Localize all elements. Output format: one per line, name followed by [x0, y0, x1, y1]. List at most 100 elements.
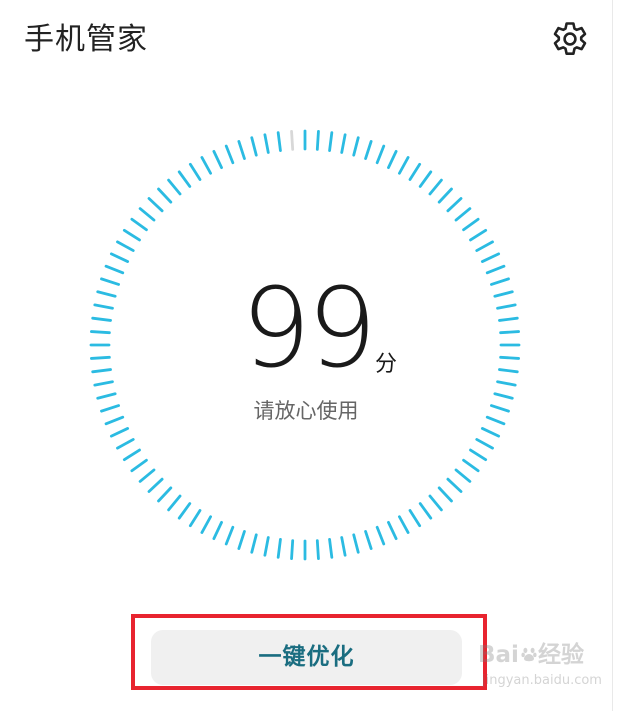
dial-tick	[263, 133, 270, 154]
dial-tick	[138, 468, 156, 483]
dial-tick	[328, 131, 334, 152]
app-title: 手机管家	[24, 22, 148, 57]
dial-tick	[237, 140, 246, 160]
dial-tick	[469, 448, 488, 462]
dial-tick	[290, 130, 295, 151]
dial-tick	[462, 217, 480, 232]
dial-tick	[387, 520, 398, 541]
dial-tick	[375, 525, 386, 546]
watermark-main: Bai 经验	[478, 640, 584, 670]
dial-tick	[446, 197, 463, 213]
dial-tick	[93, 303, 114, 310]
dial-tick	[340, 133, 347, 154]
dial-tick	[167, 178, 182, 196]
dial-tick	[499, 330, 520, 335]
dial-tick	[475, 240, 494, 252]
dial-tick	[122, 448, 141, 462]
dial-tick	[90, 330, 111, 335]
dial-tick	[200, 156, 212, 175]
dial-tick	[138, 207, 156, 222]
right-edge-divider	[612, 0, 613, 711]
dial-tick	[91, 368, 112, 374]
dial-tick	[364, 140, 373, 160]
dial-tick	[104, 415, 125, 426]
dial-tick	[485, 415, 506, 426]
dial-tick	[340, 536, 347, 557]
score-value: 99	[241, 264, 377, 392]
dial-tick	[428, 178, 443, 196]
watermark-url: jingyan.baidu.com	[482, 673, 602, 688]
dial-tick	[90, 355, 111, 360]
dial-tick	[475, 438, 494, 450]
gear-icon	[553, 22, 587, 55]
dial-tick	[315, 539, 320, 560]
score-unit: 分	[375, 352, 398, 377]
dial-tick	[485, 264, 506, 275]
dial-tick	[437, 187, 453, 204]
dial-tick	[157, 486, 173, 503]
dial-tick	[250, 533, 258, 554]
dial-tick	[109, 252, 130, 263]
dial-tick	[96, 392, 117, 400]
dial-tick	[480, 427, 501, 438]
dial-tick	[91, 316, 112, 322]
dial-tick	[109, 427, 130, 438]
dial-tick	[96, 290, 117, 298]
dial-tick	[130, 217, 148, 232]
dial-tick	[177, 170, 192, 188]
dial-tick	[250, 136, 258, 157]
dial-tick	[224, 525, 235, 546]
dial-tick	[498, 316, 519, 322]
dial-tick	[237, 530, 246, 550]
dial-tick	[418, 170, 433, 188]
dial-tick	[408, 162, 422, 181]
dial-tick	[490, 277, 510, 286]
dial-tick	[469, 228, 488, 242]
dial-tick	[480, 252, 501, 263]
dial-tick	[418, 502, 433, 520]
dial-tick	[188, 162, 202, 181]
dial-tick	[100, 404, 120, 413]
score-status: 请放心使用	[253, 399, 359, 423]
dial-tick	[428, 494, 443, 512]
dial-tick	[408, 509, 422, 528]
dial-tick	[446, 477, 463, 493]
dial-tick	[364, 530, 373, 550]
dial-tick	[352, 533, 360, 554]
dial-tick	[177, 502, 192, 520]
dial-tick	[276, 538, 282, 559]
paw-icon	[521, 647, 537, 662]
dial-tick	[493, 392, 514, 400]
dial-tick	[496, 380, 517, 387]
dial-tick	[398, 156, 410, 175]
one-click-optimize-button[interactable]: 一键优化	[151, 630, 462, 685]
settings-button[interactable]	[550, 19, 590, 59]
dial-tick	[352, 136, 360, 157]
dial-tick	[200, 515, 212, 534]
dial-tick	[290, 539, 295, 560]
dial-tick	[496, 303, 517, 310]
dial-tick	[315, 130, 320, 151]
dial-tick	[498, 368, 519, 374]
dial-tick	[224, 144, 235, 165]
dial-tick	[490, 404, 510, 413]
dial-tick	[375, 144, 386, 165]
baidu-watermark: Bai 经验 jingyan.baidu.com	[478, 640, 602, 702]
dial-tick	[454, 207, 472, 222]
dial-tick	[116, 240, 135, 252]
dial-tick	[462, 458, 480, 473]
dial-tick	[100, 277, 120, 286]
dial-tick	[212, 149, 223, 170]
dial-tick	[116, 438, 135, 450]
dial-tick	[130, 458, 148, 473]
watermark-suffix: 经验	[537, 642, 584, 668]
phone-manager-screen: 手机管家 99 分 请放心使用 一键优化 Bai 经验 jingyan.baidu…	[0, 0, 622, 711]
dial-tick	[104, 264, 125, 275]
dial-tick	[147, 477, 164, 493]
dial-tick	[147, 197, 164, 213]
dial-tick	[328, 538, 334, 559]
dial-tick	[276, 131, 282, 152]
dial-tick	[437, 486, 453, 503]
dial-tick	[212, 520, 223, 541]
dial-tick	[398, 515, 410, 534]
